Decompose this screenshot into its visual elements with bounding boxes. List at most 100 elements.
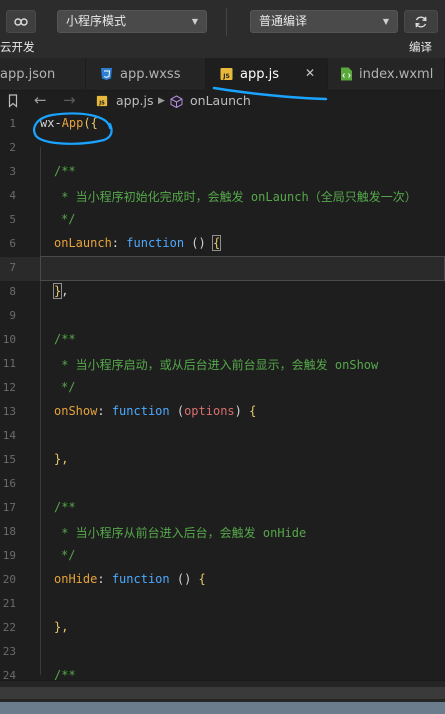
code-text: }, [54, 620, 69, 634]
code-line: 11 * 当小程序启动，或从后台进入前台显示，会触发 onShow [0, 353, 445, 377]
line-number: 5 [9, 213, 16, 226]
code-comment: */ [61, 380, 76, 394]
code-line: 14 [0, 425, 445, 449]
breadcrumb-symbol[interactable]: onLaunch [190, 93, 251, 108]
code-line: 18 * 当小程序从前台进入后台，会触发 onHide [0, 521, 445, 545]
svg-text:JS: JS [98, 100, 105, 106]
line-number: 7 [9, 261, 16, 274]
code-line: 15 }, [0, 449, 445, 473]
code-line: 16 [0, 473, 445, 497]
js-file-icon: JS [220, 68, 233, 80]
tab-app-wxss[interactable]: app.wxss [86, 58, 206, 91]
code-line: 22 }, [0, 617, 445, 641]
bookmark-icon[interactable] [8, 94, 18, 108]
code-comment: * 当小程序启动，或从后台进入前台显示，会触发 onShow [54, 358, 379, 372]
line-number: 15 [2, 453, 16, 466]
code-text: }, [54, 452, 69, 466]
tab-index-wxml[interactable]: index.wxml [328, 58, 445, 91]
code-line: 6 onLaunch: function () { [0, 233, 445, 257]
current-line-highlight [40, 256, 445, 281]
breadcrumb: ← → JS app.js ▶ onLaunch [0, 91, 445, 113]
code-line: 1 wx-App({ [0, 113, 445, 137]
code-line: 24 /** [0, 665, 445, 680]
code-comment: /** [54, 668, 76, 680]
tab-label: app.js [240, 67, 279, 82]
code-comment: /** [54, 500, 76, 514]
code-comment: */ [61, 212, 76, 226]
line-number: 10 [2, 333, 16, 346]
back-arrow-icon[interactable]: ← [34, 91, 47, 109]
line-number: 18 [2, 525, 16, 538]
tab-label: index.wxml [359, 67, 434, 82]
css-file-icon [101, 68, 112, 80]
line-number: 2 [9, 141, 16, 154]
code-text: onShow: function (options) { [54, 404, 257, 418]
code-line: 3 /** [0, 161, 445, 185]
toolbar-divider [226, 8, 227, 36]
method-cube-icon [170, 95, 183, 108]
line-number: 17 [2, 501, 16, 514]
code-line: 23 [0, 641, 445, 665]
line-number: 3 [9, 165, 16, 178]
code-line: 13 onShow: function (options) { [0, 401, 445, 425]
code-line: 12 */ [0, 377, 445, 401]
top-toolbar: 小程序模式 ▼ 普通编译 ▼ 云开发 编译 [0, 0, 445, 58]
compile-label: 编译 [409, 40, 432, 54]
code-line: 10 /** [0, 329, 445, 353]
code-editor[interactable]: 1 wx-App({ 2 3 /** 4 * 当小程序初始化完成时，会触发 on… [0, 113, 445, 680]
code-text: }, [52, 283, 69, 299]
refresh-icon [415, 16, 427, 27]
line-number: 9 [9, 309, 16, 322]
tab-app-json[interactable]: app.json [0, 58, 86, 91]
line-number: 4 [9, 189, 16, 202]
code-comment: */ [61, 548, 76, 562]
code-text: onHide: function () { [54, 572, 206, 586]
compile-select[interactable]: 普通编译 ▼ [250, 10, 398, 33]
forward-arrow-icon[interactable]: → [63, 91, 76, 109]
code-line: 2 [0, 137, 445, 161]
code-text: wx-App({ [40, 116, 98, 130]
line-number: 19 [2, 549, 16, 562]
tab-label: app.json [0, 67, 56, 82]
line-number: 23 [2, 645, 16, 658]
close-icon[interactable]: ✕ [305, 66, 315, 80]
line-number: 1 [9, 117, 16, 130]
code-line: 19 */ [0, 545, 445, 569]
line-number: 14 [2, 429, 16, 442]
code-text: onLaunch: function () { [54, 235, 222, 251]
svg-text:JS: JS [222, 73, 230, 80]
code-line: 9 [0, 305, 445, 329]
breadcrumb-file[interactable]: app.js [116, 93, 154, 108]
scrollbar-thumb[interactable] [0, 687, 445, 699]
line-number: 13 [2, 405, 16, 418]
line-number: 20 [2, 573, 16, 586]
compile-button[interactable] [404, 10, 438, 33]
code-comment: /** [54, 164, 76, 178]
line-number: 8 [9, 285, 16, 298]
code-line: 20 onHide: function () { [0, 569, 445, 593]
code-comment: /** [54, 332, 76, 346]
compile-select-value: 普通编译 [259, 14, 308, 28]
code-comment: * 当小程序从前台进入后台，会触发 onHide [54, 526, 307, 540]
chevron-down-icon: ▼ [382, 17, 389, 26]
line-number: 16 [2, 477, 16, 490]
line-number: 6 [9, 237, 16, 250]
line-number: 22 [2, 621, 16, 634]
code-line: 21 [0, 593, 445, 617]
code-line: 5 */ [0, 209, 445, 233]
mode-select[interactable]: 小程序模式 ▼ [57, 10, 207, 33]
code-line: 17 /** [0, 497, 445, 521]
horizontal-scrollbar[interactable] [0, 680, 445, 702]
tab-app-js[interactable]: JS app.js ✕ [206, 58, 328, 91]
js-file-icon: JS [96, 95, 108, 106]
tab-label: app.wxss [120, 67, 181, 82]
cloud-link-icon [14, 17, 28, 26]
cloud-dev-button[interactable] [6, 10, 36, 33]
code-line: 4 * 当小程序初始化完成时，会触发 onLaunch（全局只触发一次） [0, 185, 445, 209]
cloud-dev-label: 云开发 [0, 40, 35, 54]
wxml-file-icon [341, 67, 352, 81]
breadcrumb-separator-icon: ▶ [158, 96, 165, 106]
line-number: 12 [2, 381, 16, 394]
code-comment: * 当小程序初始化完成时，会触发 onLaunch（全局只触发一次） [54, 190, 417, 204]
code-line: 8 }, [0, 281, 445, 305]
